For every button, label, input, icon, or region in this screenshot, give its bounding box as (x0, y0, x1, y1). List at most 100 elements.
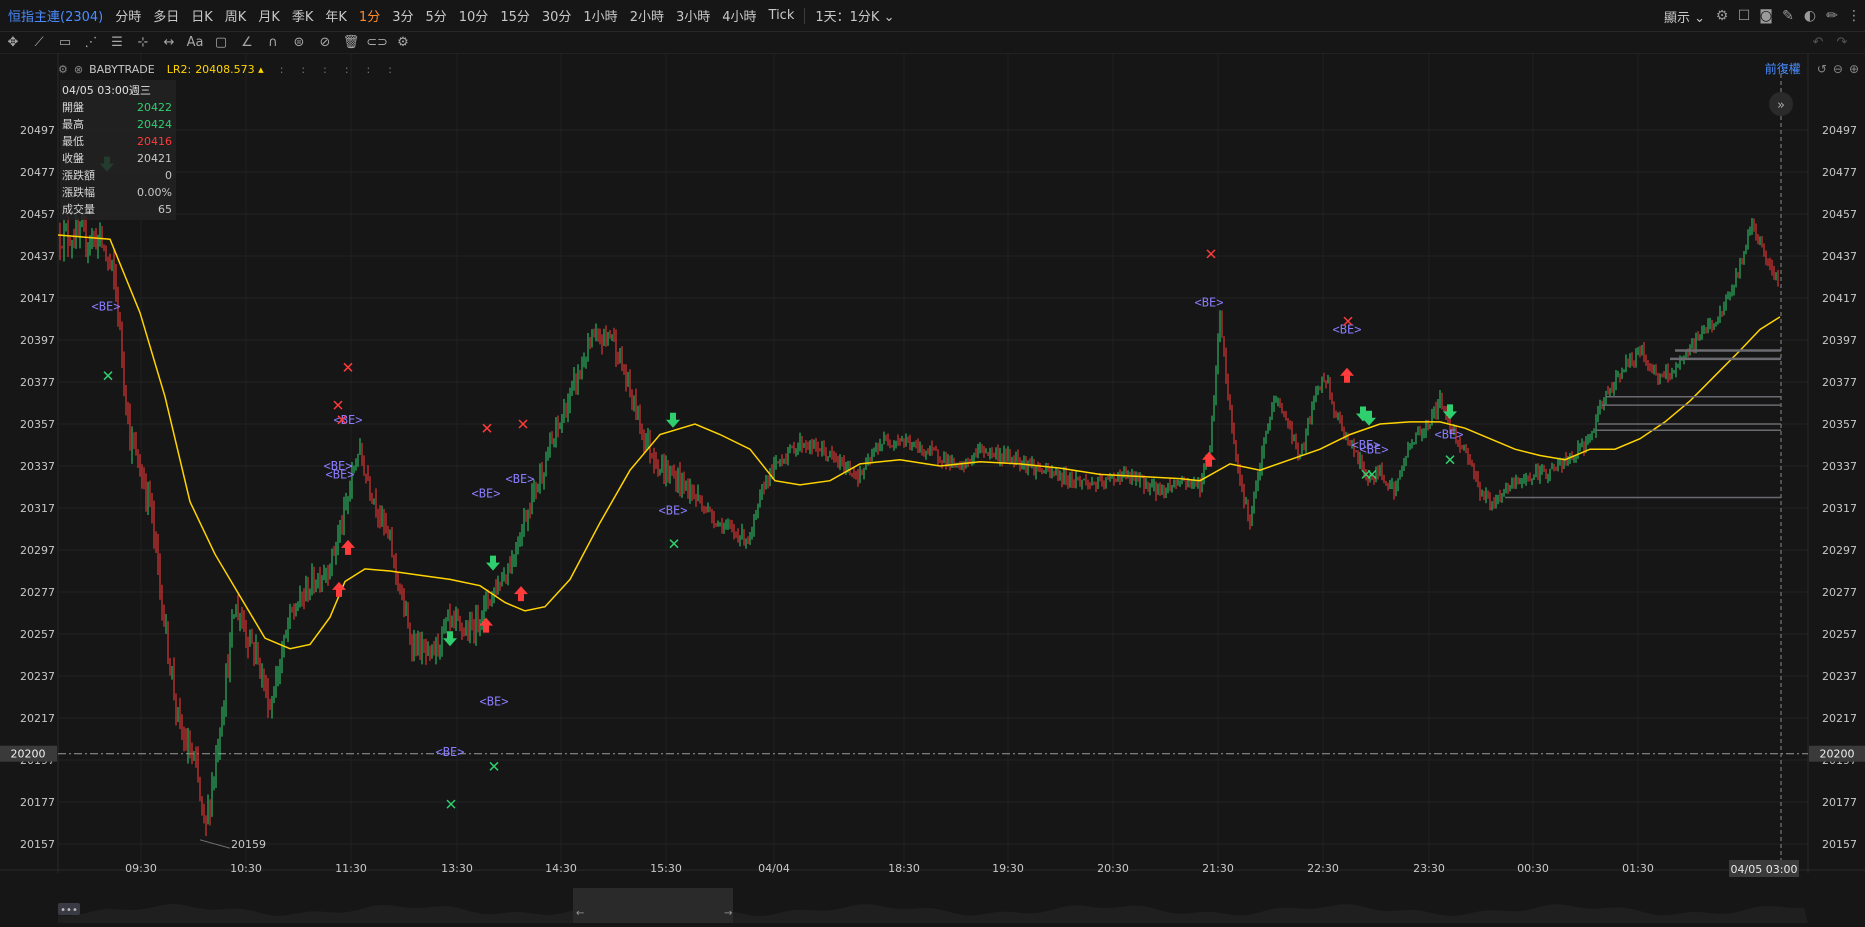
crosshair-icon[interactable]: ✥ (0, 32, 26, 54)
ohlc-value: 65 (158, 203, 172, 216)
timeframe-14[interactable]: 2小時 (624, 6, 670, 25)
y-tick-label-right: 20237 (1822, 670, 1857, 683)
text-icon[interactable]: Aa (182, 32, 208, 54)
timeframe-4[interactable]: 月K (252, 6, 286, 25)
ohlc-row: 開盤 20422 (62, 99, 172, 116)
timeframe-5[interactable]: 季K (286, 6, 320, 25)
indicator-name[interactable]: BABYTRADE (89, 63, 155, 76)
y-tick-label-left: 20457 (20, 208, 55, 221)
layout-icon[interactable]: ☐ (1733, 0, 1755, 32)
timeframe-16[interactable]: 4小時 (716, 6, 762, 25)
top-right-controls: 顯示 ⌄ ⚙ ☐ ◙ ✎ ◐ ✏ ⋮ (1658, 0, 1865, 32)
timeframe-7[interactable]: 1分 (353, 6, 386, 25)
y-tick-label-left: 20237 (20, 670, 55, 683)
timeframe-13[interactable]: 1小時 (577, 6, 623, 25)
zoom-out-icon[interactable]: ⊖ (1833, 62, 1843, 76)
adjust-mode[interactable]: 前復權 (1765, 60, 1801, 77)
measure-icon[interactable]: ⊹ (130, 32, 156, 54)
timeframe-8[interactable]: 3分 (386, 6, 419, 25)
ohlc-value: 20422 (137, 101, 172, 114)
hide-drawings-icon[interactable]: ⊘ (312, 32, 338, 54)
x-tick-label: 19:30 (992, 862, 1024, 875)
settings-icon[interactable]: ⚙ (1711, 0, 1733, 32)
y-tick-label-left: 20157 (20, 838, 55, 851)
timeframe-15[interactable]: 3小時 (670, 6, 716, 25)
timeframe-10[interactable]: 10分 (453, 6, 495, 25)
drawing-toolbar: ✥ ⟋ ▭ ⋰ ☰ ⊹ ↔ Aa ▢ ∠ ∩ ⊜ ⊘ 🗑 ⊂⊃ ⚙ ↶ ↷ (0, 32, 1865, 54)
double-chevron-right-icon[interactable]: » (1777, 98, 1785, 113)
display-dropdown[interactable]: 顯示 ⌄ (1658, 7, 1711, 26)
ohlc-row: 最高 20424 (62, 116, 172, 133)
indicator-close-icon[interactable]: ⊗ (74, 63, 83, 76)
indicator-settings-icon[interactable]: ⚙ (58, 63, 68, 76)
timeframe-3[interactable]: 周K (219, 6, 253, 25)
period-select[interactable]: 1天：1分K ⌄ (809, 6, 900, 25)
timeframe-9[interactable]: 5分 (419, 6, 452, 25)
timeframe-1[interactable]: 多日 (147, 6, 185, 25)
timeframe-2[interactable]: 日K (185, 6, 219, 25)
polyline-icon[interactable]: ⋰ (78, 32, 104, 54)
symbol-name[interactable]: 恒指主連(2304) (0, 6, 109, 25)
x-tick-label: 04/04 (758, 862, 790, 875)
rectangle-icon[interactable]: ▭ (52, 32, 78, 54)
y-tick-label-right: 20337 (1822, 460, 1857, 473)
timeframe-0[interactable]: 分時 (109, 6, 147, 25)
trash-icon[interactable]: 🗑 (338, 32, 364, 54)
x-tick-label: 09:30 (125, 862, 157, 875)
legend-dots: :::::: (279, 62, 410, 76)
camera-icon[interactable]: ◙ (1755, 0, 1777, 32)
x-tick-label: 22:30 (1307, 862, 1339, 875)
theme-icon[interactable]: ◐ (1799, 0, 1821, 32)
y-tick-label-left: 20377 (20, 376, 55, 389)
undo-icon[interactable]: ↶ (1805, 32, 1831, 54)
x-tick-label: 21:30 (1202, 862, 1234, 875)
fibonacci-icon[interactable]: ☰ (104, 32, 130, 54)
navigator-right-handle-icon[interactable]: → (724, 908, 732, 919)
timeframe-12[interactable]: 30分 (536, 6, 578, 25)
ohlc-value: 20421 (137, 152, 172, 165)
chart-right-controls: 前復權 ↺ ⊖ ⊕ (1765, 60, 1859, 77)
y-tick-label-right: 20357 (1822, 418, 1857, 431)
timeframe-17[interactable]: Tick (763, 8, 801, 23)
indicator-legend: ⚙ ⊗ BABYTRADE LR2: 20408.573 ▴ :::::: (58, 60, 410, 78)
timeframe-list: 分時 多日 日K 周K 月K 季K 年K 1分 3分 5分 10分 15分 30分 1小時 2小時 3小時 4小… (109, 6, 800, 25)
redo-icon[interactable]: ↷ (1829, 32, 1855, 54)
navigator-left-handle-icon[interactable]: ← (576, 908, 584, 919)
edit-icon[interactable]: ✎ (1777, 0, 1799, 32)
be-signal-label: <BE> (1360, 442, 1389, 456)
timeframe-6[interactable]: 年K (319, 6, 353, 25)
ohlc-label: 收盤 (62, 152, 84, 165)
magnet-icon[interactable]: ∩ (260, 32, 286, 54)
trendline-icon[interactable]: ⟋ (26, 32, 52, 54)
drawing-settings-icon[interactable]: ⚙ (390, 32, 416, 54)
arrow-icon[interactable]: ↔ (156, 32, 182, 54)
y-tick-label-left: 20297 (20, 544, 55, 557)
x-tick-label: 18:30 (888, 862, 920, 875)
timeframe-11[interactable]: 15分 (494, 6, 536, 25)
x-tick-label: 11:30 (335, 862, 367, 875)
reset-icon[interactable]: ↺ (1817, 62, 1827, 76)
y-tick-label-right: 20277 (1822, 586, 1857, 599)
ohlc-value: 0 (165, 169, 172, 182)
y-tick-label-left: 20277 (20, 586, 55, 599)
be-signal-label: <BE> (1333, 323, 1362, 337)
x-tick-label: 00:30 (1517, 862, 1549, 875)
zoom-in-icon[interactable]: ⊕ (1849, 62, 1859, 76)
lock-drawings-icon[interactable]: ⊜ (286, 32, 312, 54)
comment-icon[interactable]: ▢ (208, 32, 234, 54)
navigator-window[interactable] (573, 888, 733, 923)
price-chart[interactable]: 20497 20497 20477 20477 20457 20457 20437 20437… (0, 54, 1865, 923)
ellipsis-icon[interactable]: ••• (60, 905, 78, 916)
pen-icon[interactable]: ✏ (1821, 0, 1843, 32)
ohlc-row: 最低 20416 (62, 133, 172, 150)
ohlc-rows: 開盤 20422 最高 20424 最低 20416 收盤 20421 漲跌額 0 漲跌幅 0.00%… (62, 99, 172, 218)
link-icon[interactable]: ⊂⊃ (364, 32, 390, 54)
navigator-bar: ← → ••• (0, 888, 1865, 923)
navigator-svg[interactable]: ← → ••• (0, 888, 1865, 923)
y-tick-label-right: 20397 (1822, 334, 1857, 347)
angle-icon[interactable]: ∠ (234, 32, 260, 54)
y-tick-label-right: 20437 (1822, 250, 1857, 263)
y-tick-label-right: 20417 (1822, 292, 1857, 305)
ohlc-value: 20424 (137, 118, 172, 131)
more-icon[interactable]: ⋮ (1843, 0, 1865, 32)
